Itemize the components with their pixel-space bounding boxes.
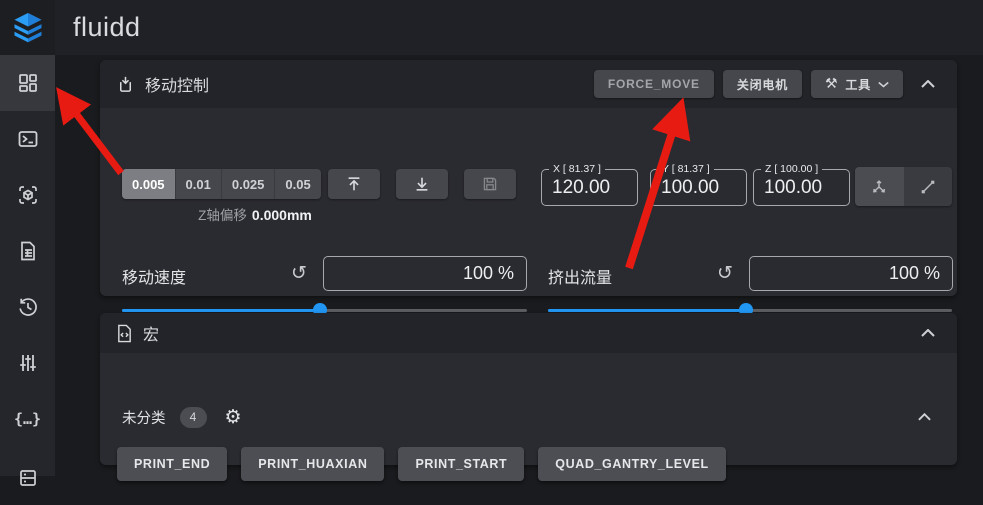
category-collapse-button[interactable] [907,400,941,434]
y-position-label: Y [ 81.37 ] [658,163,714,175]
sidebar-item-printer-preview[interactable] [0,167,55,223]
sidebar-item-macros[interactable]: {…} [0,391,55,447]
z-offset-save-button[interactable] [464,169,516,199]
tools-label: 工具 [845,76,871,93]
vector-line-icon [919,178,937,196]
fluidd-logo[interactable] [0,0,55,55]
category-count-badge: 4 [180,407,207,428]
app-title: fluidd [73,0,141,55]
printer-cube-icon [17,184,39,206]
x-position-label: X [ 81.37 ] [549,163,605,175]
z-offset-value: 0.000mm [252,207,312,223]
chevron-up-icon [921,80,935,88]
speed-label: 移动速度 [122,264,186,288]
position-mode-toggle [855,167,952,206]
fluidd-app: fluidd [0,0,983,476]
flow-input[interactable]: 100 % [749,256,953,291]
z-position-label: Z [ 100.00 ] [761,163,822,175]
slider-fill [548,309,746,312]
toolhead-panel: 移动控制 FORCE_MOVE 关闭电机 ⚒ 工具 0.005 0.01 0.0… [100,60,957,296]
sidebar-item-console[interactable] [0,111,55,167]
console-icon [17,128,39,150]
force-move-button[interactable]: FORCE_MOVE [594,70,714,98]
z-offset-readout: Z轴偏移 0.000mm [122,204,388,224]
speed-reset-button[interactable]: ↺ [286,260,312,286]
save-icon [482,176,498,192]
toolhead-panel-header: 移动控制 FORCE_MOVE 关闭电机 ⚒ 工具 [100,60,957,108]
sidebar-item-dashboard[interactable] [0,55,55,111]
toolhead-panel-title: 移动控制 [145,72,209,96]
x-position-value[interactable]: 120.00 [542,170,637,205]
x-position-field[interactable]: X [ 81.37 ] 120.00 [541,169,638,206]
tune-icon [17,352,39,374]
speed-input[interactable]: 100 % [323,256,527,291]
history-icon [17,296,39,318]
app-bar: fluidd [0,0,983,55]
chevron-up-icon [921,329,935,337]
relative-position-button[interactable] [904,167,953,206]
server-icon [18,467,38,487]
absolute-position-button[interactable] [855,167,904,206]
z-position-value[interactable]: 100.00 [754,170,849,205]
toolhead-icon [116,75,135,94]
braces-icon: {…} [14,410,41,428]
z-step-001[interactable]: 0.01 [176,169,222,199]
macro-category-row: 未分类 4 ⚙ [122,402,941,432]
axis-arrow-icon [870,178,888,196]
sidebar-item-system[interactable] [0,447,55,487]
file-code-icon [116,324,133,343]
arrow-collapse-up-icon [345,175,363,193]
z-step-0005[interactable]: 0.005 [122,169,176,199]
macros-panel-body: 未分类 4 ⚙ PRINT_END PRINT_HUAXIAN PRINT_ST… [100,353,957,505]
macros-panel-title: 宏 [143,321,159,345]
sidebar-item-jobs[interactable] [0,223,55,279]
z-step-group: 0.005 0.01 0.025 0.05 [122,169,321,199]
motors-off-button[interactable]: 关闭电机 [723,70,802,98]
sidebar-item-tune[interactable] [0,335,55,391]
y-position-value[interactable]: 100.00 [651,170,746,205]
flow-value[interactable]: 100 % [750,257,952,290]
toolhead-collapse-button[interactable] [911,67,945,101]
sidebar: {…} [0,55,55,476]
flow-reset-button[interactable]: ↺ [712,260,738,286]
tools-dropdown-button[interactable]: ⚒ 工具 [811,70,903,98]
z-step-005[interactable]: 0.05 [275,169,320,199]
arrow-collapse-down-icon [413,175,431,193]
dashboard-icon [17,72,39,94]
category-label: 未分类 [122,407,166,428]
y-position-field[interactable]: Y [ 81.37 ] 100.00 [650,169,747,206]
macro-settings-button[interactable]: ⚙ [225,407,242,428]
z-offset-down-button[interactable] [396,169,448,199]
toolhead-panel-body: 0.005 0.01 0.025 0.05 Z [100,108,957,344]
z-position-field[interactable]: Z [ 100.00 ] 100.00 [753,169,850,206]
chevron-down-icon [878,81,889,88]
flow-label: 挤出流量 [548,264,612,288]
z-step-0025[interactable]: 0.025 [222,169,276,199]
tools-icon: ⚒ [825,76,838,92]
macros-collapse-button[interactable] [911,316,945,350]
file-icon [18,240,38,262]
macros-panel: 宏 未分类 4 ⚙ PRINT_END PRINT_HUAXIAN PRINT_… [100,313,957,465]
z-offset-up-button[interactable] [328,169,380,199]
z-offset-label: Z轴偏移 [198,208,247,223]
sidebar-item-history[interactable] [0,279,55,335]
macros-panel-header: 宏 [100,313,957,353]
slider-fill [122,309,320,312]
fluidd-logo-icon [10,10,46,46]
chevron-up-icon [918,413,931,421]
speed-value[interactable]: 100 % [324,257,526,290]
